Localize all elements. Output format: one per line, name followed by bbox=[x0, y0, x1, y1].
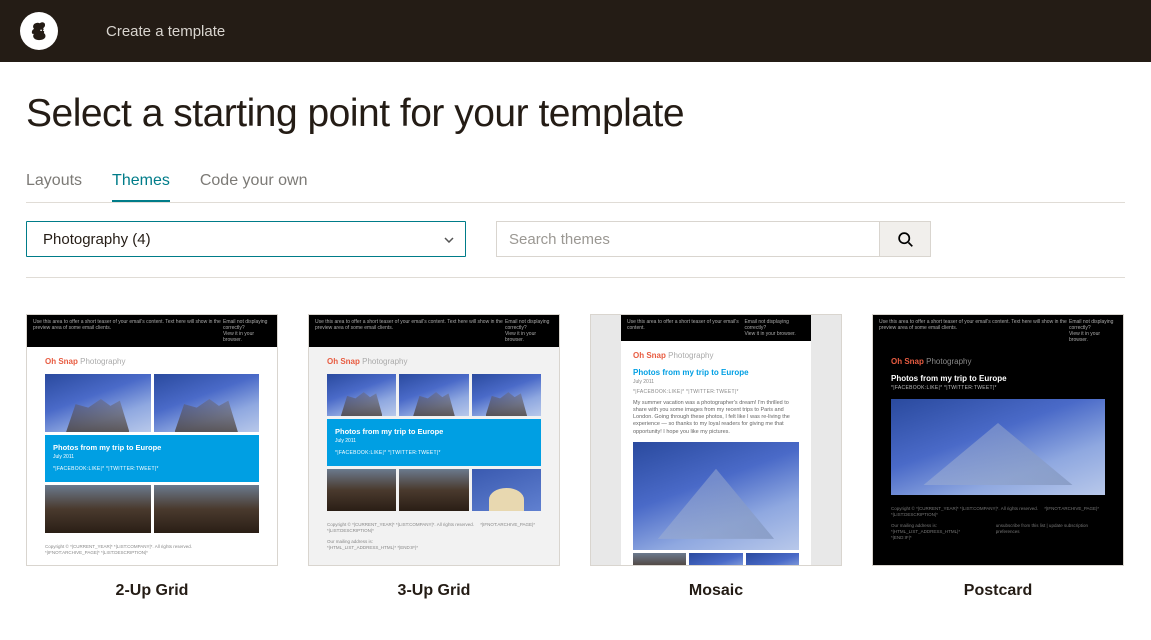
tab-code-your-own[interactable]: Code your own bbox=[200, 172, 308, 202]
themes-grid: Use this area to offer a short teaser of… bbox=[26, 314, 1125, 600]
theme-thumbnail: Use this area to offer a short teaser of… bbox=[308, 314, 560, 566]
search-icon bbox=[897, 231, 914, 248]
category-select[interactable]: Photography (4) bbox=[26, 221, 466, 257]
page-title: Select a starting point for your templat… bbox=[26, 92, 1125, 136]
theme-thumbnail: Use this area to offer a short teaser of… bbox=[590, 314, 842, 566]
search-button[interactable] bbox=[879, 221, 931, 257]
topbar: Create a template bbox=[0, 0, 1151, 62]
theme-card-postcard[interactable]: Use this area to offer a short teaser of… bbox=[872, 314, 1124, 600]
tab-themes[interactable]: Themes bbox=[112, 172, 170, 202]
tab-layouts[interactable]: Layouts bbox=[26, 172, 82, 202]
theme-card-3up-grid[interactable]: Use this area to offer a short teaser of… bbox=[308, 314, 560, 600]
theme-label: Postcard bbox=[872, 582, 1124, 600]
filter-row: Photography (4) bbox=[26, 221, 1125, 278]
theme-thumbnail: Use this area to offer a short teaser of… bbox=[872, 314, 1124, 566]
category-select-wrap: Photography (4) bbox=[26, 221, 466, 257]
search-wrap bbox=[496, 221, 931, 257]
theme-card-2up-grid[interactable]: Use this area to offer a short teaser of… bbox=[26, 314, 278, 600]
search-input[interactable] bbox=[496, 221, 879, 257]
mailchimp-logo[interactable] bbox=[20, 12, 58, 50]
theme-label: 3-Up Grid bbox=[308, 582, 560, 600]
theme-thumbnail: Use this area to offer a short teaser of… bbox=[26, 314, 278, 566]
theme-label: 2-Up Grid bbox=[26, 582, 278, 600]
topbar-title: Create a template bbox=[106, 23, 225, 40]
monkey-icon bbox=[25, 17, 53, 45]
theme-label: Mosaic bbox=[590, 582, 842, 600]
theme-card-mosaic[interactable]: Use this area to offer a short teaser of… bbox=[590, 314, 842, 600]
tabs: Layouts Themes Code your own bbox=[26, 172, 1125, 203]
page-content: Select a starting point for your templat… bbox=[0, 62, 1151, 640]
